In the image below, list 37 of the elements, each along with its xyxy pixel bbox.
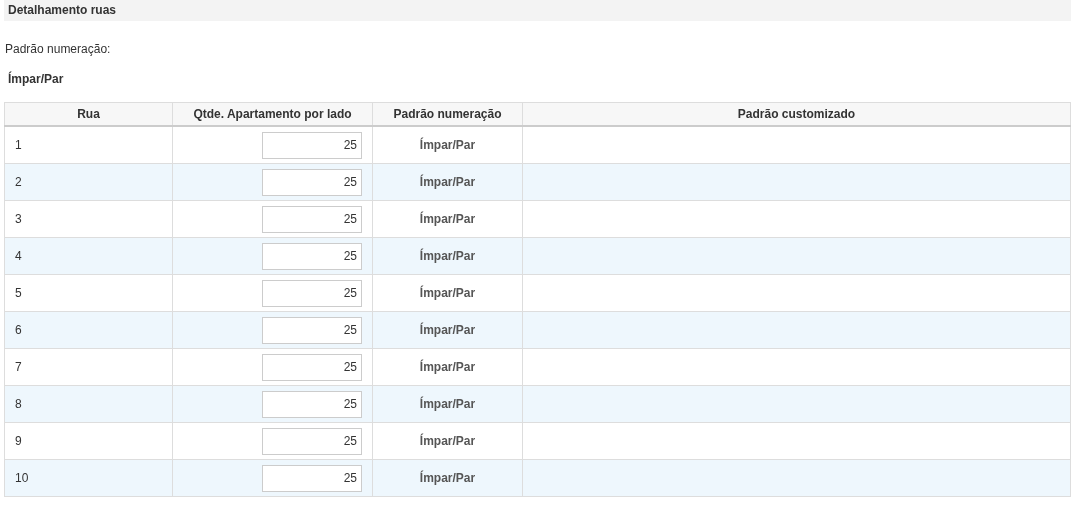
- table-cell: Ímpar/Par: [372, 348, 523, 386]
- section-header: Detalhamento ruas: [4, 0, 1071, 21]
- table-cell: Ímpar/Par: [372, 385, 523, 423]
- table-cell: Ímpar/Par: [372, 459, 523, 497]
- table-cell: Ímpar/Par: [372, 200, 523, 238]
- table-cell: 2: [4, 163, 173, 201]
- quantity-field[interactable]: 25: [262, 353, 362, 381]
- column-header: Padrão numeração: [372, 102, 523, 126]
- column-header: Padrão customizado: [522, 102, 1071, 126]
- numbering-label: Padrão numeração:: [4, 41, 112, 57]
- table-cell: 3: [4, 200, 173, 238]
- quantity-field[interactable]: 25: [262, 390, 362, 418]
- numbering-value: Ímpar/Par: [7, 71, 65, 87]
- table-cell: Ímpar/Par: [372, 274, 523, 312]
- table-cell: 5: [4, 274, 173, 312]
- table-cell: 6: [4, 311, 173, 349]
- table-cell: Ímpar/Par: [372, 422, 523, 460]
- column-header: Rua: [4, 102, 173, 126]
- quantity-field[interactable]: 25: [262, 316, 362, 344]
- table-cell: 7: [4, 348, 173, 386]
- quantity-field[interactable]: 25: [262, 205, 362, 233]
- table-cell: 8: [4, 385, 173, 423]
- quantity-field[interactable]: 25: [262, 427, 362, 455]
- quantity-field[interactable]: 25: [262, 168, 362, 196]
- quantity-field[interactable]: 25: [262, 464, 362, 492]
- table-cell: 9: [4, 422, 173, 460]
- table-cell: Ímpar/Par: [372, 311, 523, 349]
- table-cell: Ímpar/Par: [372, 126, 523, 164]
- table-cell: 4: [4, 237, 173, 275]
- table-cell: Ímpar/Par: [372, 163, 523, 201]
- quantity-field[interactable]: 25: [262, 242, 362, 270]
- table-cell: 10: [4, 459, 173, 497]
- table-cell: 1: [4, 126, 173, 164]
- quantity-field[interactable]: 25: [262, 131, 362, 159]
- table-cell: Ímpar/Par: [372, 237, 523, 275]
- quantity-field[interactable]: 25: [262, 279, 362, 307]
- column-header: Qtde. Apartamento por lado: [172, 102, 373, 126]
